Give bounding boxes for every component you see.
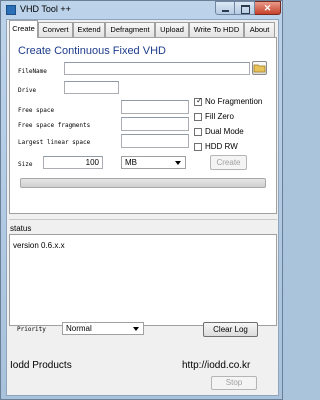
size-input[interactable]: 100 [43, 156, 103, 169]
chevron-down-icon [175, 161, 181, 165]
free-space-fragments-label: Free space fragments [18, 122, 91, 129]
largest-linear-space-field [121, 134, 189, 148]
clear-log-button[interactable]: Clear Log [203, 322, 258, 337]
tab-extend[interactable]: Extend [73, 22, 105, 37]
stop-button[interactable]: Stop [211, 376, 257, 390]
no-fragmention-checkbox[interactable]: ✓ [194, 96, 203, 106]
app-window: VHD Tool ++ ✕ Create Convert Extend Defr… [0, 0, 283, 400]
tab-about[interactable]: About [244, 22, 275, 37]
drive-label: Drive [18, 87, 37, 94]
chevron-down-icon [133, 327, 139, 331]
create-button[interactable]: Create [210, 155, 247, 170]
panel-heading: Create Continuous Fixed VHD [18, 45, 166, 57]
unit-select[interactable]: MB [121, 156, 186, 169]
priority-label: Priority [17, 326, 46, 333]
maximize-button[interactable] [235, 1, 255, 15]
client-area: Create Convert Extend Defragment Upload … [6, 19, 279, 396]
priority-selected-value: Normal [66, 324, 92, 333]
fill-zero-label: Fill Zero [205, 112, 234, 121]
status-label: status [10, 224, 32, 233]
log-line: version 0.6.x.x [13, 241, 65, 250]
free-space-fragments-field [121, 117, 189, 131]
check-icon: ✓ [196, 96, 203, 105]
tab-convert[interactable]: Convert [38, 22, 73, 37]
app-icon [6, 5, 16, 15]
divider [9, 219, 277, 220]
tab-create[interactable]: Create [9, 20, 38, 38]
dual-mode-checkbox[interactable] [194, 128, 202, 136]
title-bar[interactable]: VHD Tool ++ ✕ [1, 1, 282, 19]
free-space-field [121, 100, 189, 114]
folder-icon [253, 64, 266, 73]
create-panel: Create Continuous Fixed VHD FileName Dri… [9, 37, 277, 214]
close-button[interactable]: ✕ [255, 1, 281, 15]
filename-input[interactable] [64, 62, 250, 75]
minimize-button[interactable] [215, 1, 235, 15]
unit-selected-value: MB [125, 158, 137, 167]
window-title: VHD Tool ++ [20, 4, 71, 14]
drive-input[interactable] [64, 81, 119, 94]
no-fragmention-label: No Fragmention [205, 97, 263, 106]
free-space-label: Free space [18, 107, 55, 114]
size-label: Size [18, 161, 33, 168]
tab-defragment[interactable]: Defragment [105, 22, 155, 37]
filename-label: FileName [18, 68, 47, 75]
hdd-rw-label: HDD RW [205, 142, 238, 151]
tab-write-to-hdd[interactable]: Write To HDD [189, 22, 244, 37]
fill-zero-checkbox[interactable] [194, 113, 202, 121]
status-log[interactable]: version 0.6.x.x [9, 234, 277, 326]
tab-upload[interactable]: Upload [155, 22, 189, 37]
priority-select[interactable]: Normal [62, 322, 144, 335]
dual-mode-label: Dual Mode [205, 127, 244, 136]
brand-text: Iodd Products [10, 360, 72, 371]
website-url[interactable]: http://iodd.co.kr [182, 360, 250, 371]
browse-button[interactable] [252, 61, 267, 75]
largest-linear-space-label: Largest linear space [18, 139, 91, 146]
progress-bar [20, 178, 266, 188]
hdd-rw-checkbox[interactable] [194, 143, 202, 151]
